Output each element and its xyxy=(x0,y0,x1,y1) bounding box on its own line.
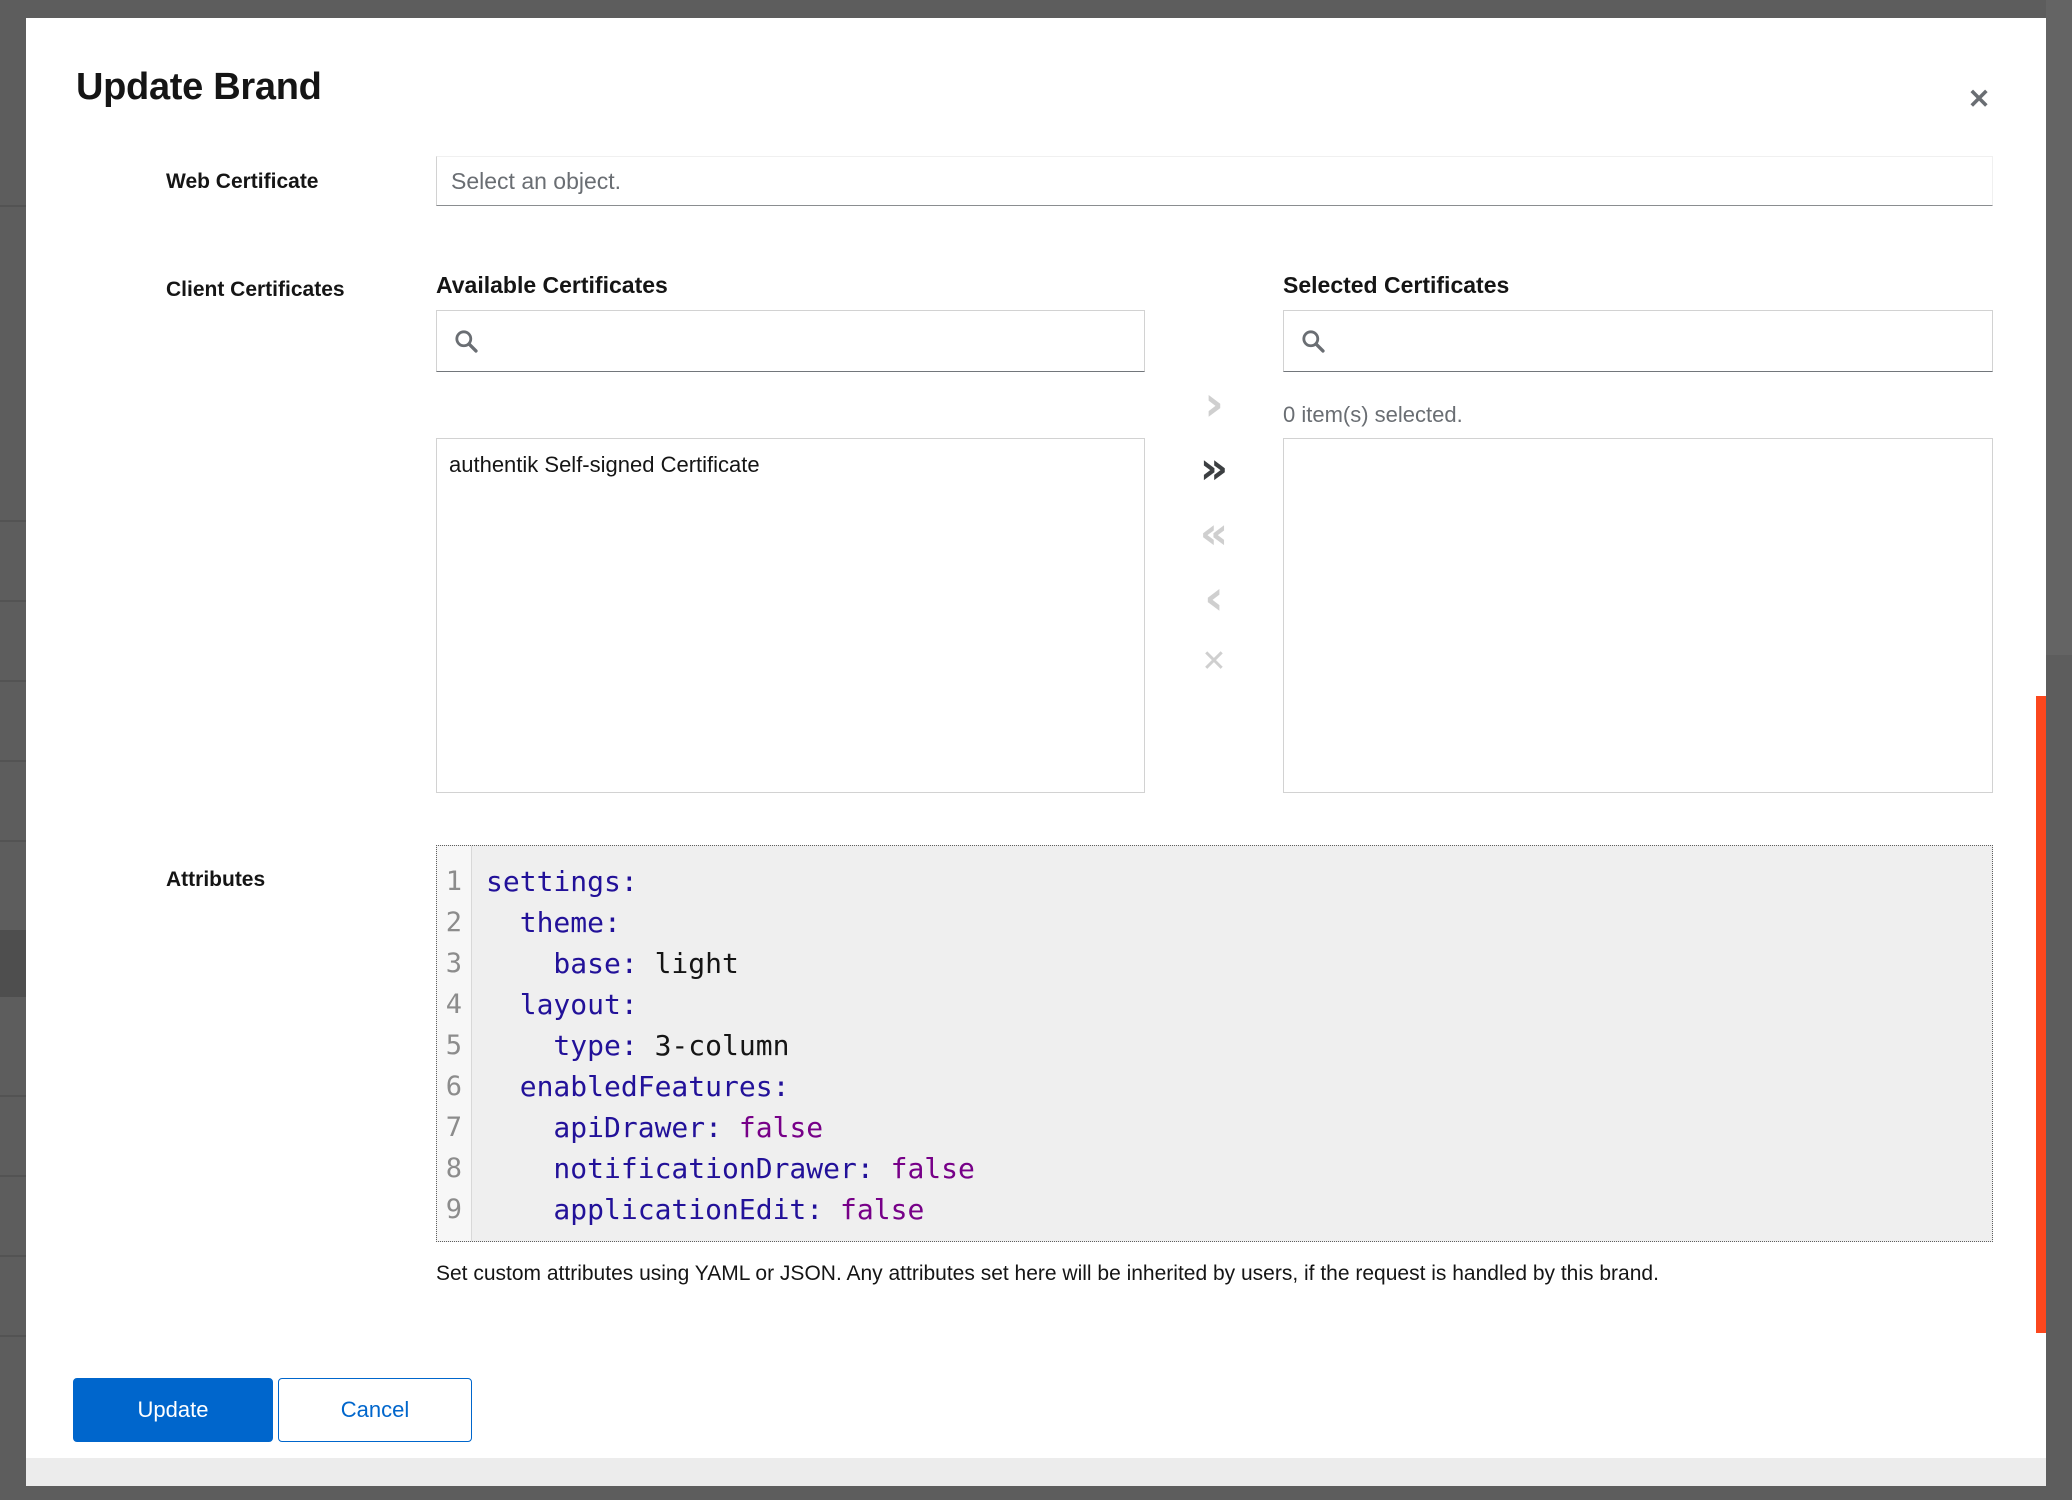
line-number: 2 xyxy=(437,902,471,943)
clear-selection-button[interactable]: ✕ xyxy=(1190,638,1238,686)
code-line: 9 applicationEdit: false xyxy=(437,1189,1992,1230)
attributes-help-text: Set custom attributes using YAML or JSON… xyxy=(436,1262,1956,1286)
close-icon: ✕ xyxy=(1201,644,1226,679)
code-line: 4 layout: xyxy=(437,984,1992,1025)
backdrop-panel xyxy=(2046,0,2072,655)
code-line: 6 enabledFeatures: xyxy=(437,1066,1992,1107)
line-number: 5 xyxy=(437,1025,471,1066)
cancel-button[interactable]: Cancel xyxy=(278,1378,472,1442)
line-number: 8 xyxy=(437,1148,471,1189)
remove-selected-button[interactable]: ‹ xyxy=(1190,574,1238,622)
available-certificates-header: Available Certificates xyxy=(436,272,668,299)
backdrop-divider xyxy=(0,205,26,207)
chevron-left-icon: ‹ xyxy=(1204,570,1224,626)
double-chevron-right-icon: » xyxy=(1200,443,1228,494)
available-certificates-list[interactable]: authentik Self-signed Certificate xyxy=(436,438,1145,793)
code-lines: 1settings:2 theme:3 base: light4 layout:… xyxy=(437,846,1992,1230)
client-certificates-label: Client Certificates xyxy=(166,278,345,302)
scroll-indicator-bar[interactable] xyxy=(2036,696,2046,1333)
attributes-label: Attributes xyxy=(166,868,265,892)
list-item[interactable]: authentik Self-signed Certificate xyxy=(437,439,1144,489)
code-line: 2 theme: xyxy=(437,902,1992,943)
screen: Update Brand ✕ Web Certificate Select an… xyxy=(0,0,2072,1500)
selected-search-input[interactable] xyxy=(1283,310,1993,372)
search-icon xyxy=(1300,328,1327,355)
web-certificate-label: Web Certificate xyxy=(166,170,319,194)
search-icon xyxy=(453,328,480,355)
chevron-right-icon: › xyxy=(1204,376,1224,432)
backdrop-divider xyxy=(0,1335,26,1337)
close-icon: ✕ xyxy=(1968,84,1991,114)
modal-footer-strip xyxy=(26,1458,2046,1486)
selected-count-status: 0 item(s) selected. xyxy=(1283,402,1463,428)
backdrop-divider xyxy=(0,1255,26,1257)
line-number: 1 xyxy=(437,861,471,902)
remove-all-button[interactable]: « xyxy=(1190,510,1238,558)
code-line: 1settings: xyxy=(437,861,1992,902)
line-number: 7 xyxy=(437,1107,471,1148)
code-line: 8 notificationDrawer: false xyxy=(437,1148,1992,1189)
web-certificate-select[interactable]: Select an object. xyxy=(436,156,1993,206)
available-search-input[interactable] xyxy=(436,310,1145,372)
double-chevron-left-icon: « xyxy=(1200,508,1228,559)
backdrop-divider xyxy=(0,680,26,682)
code-line: 3 base: light xyxy=(437,943,1992,984)
line-number: 3 xyxy=(437,943,471,984)
code-line: 5 type: 3-column xyxy=(437,1025,1992,1066)
add-selected-button[interactable]: › xyxy=(1190,380,1238,428)
selected-certificates-header: Selected Certificates xyxy=(1283,272,1509,299)
add-all-button[interactable]: » xyxy=(1190,445,1238,493)
backdrop-divider xyxy=(0,520,26,522)
line-number: 4 xyxy=(437,984,471,1025)
attributes-code-editor[interactable]: 1settings:2 theme:3 base: light4 layout:… xyxy=(436,845,1993,1242)
backdrop-divider xyxy=(0,600,26,602)
selected-certificates-list[interactable] xyxy=(1283,438,1993,793)
modal-title: Update Brand xyxy=(76,66,322,109)
web-certificate-placeholder: Select an object. xyxy=(437,157,1992,195)
line-number: 9 xyxy=(437,1189,471,1230)
update-brand-modal: Update Brand ✕ Web Certificate Select an… xyxy=(26,18,2046,1486)
backdrop-divider xyxy=(0,1175,26,1177)
update-button[interactable]: Update xyxy=(73,1378,273,1442)
backdrop-divider xyxy=(0,1095,26,1097)
code-line: 7 apiDrawer: false xyxy=(437,1107,1992,1148)
backdrop-divider xyxy=(0,840,26,842)
line-number: 6 xyxy=(437,1066,471,1107)
backdrop-divider xyxy=(0,760,26,762)
close-button[interactable]: ✕ xyxy=(1957,77,2001,121)
